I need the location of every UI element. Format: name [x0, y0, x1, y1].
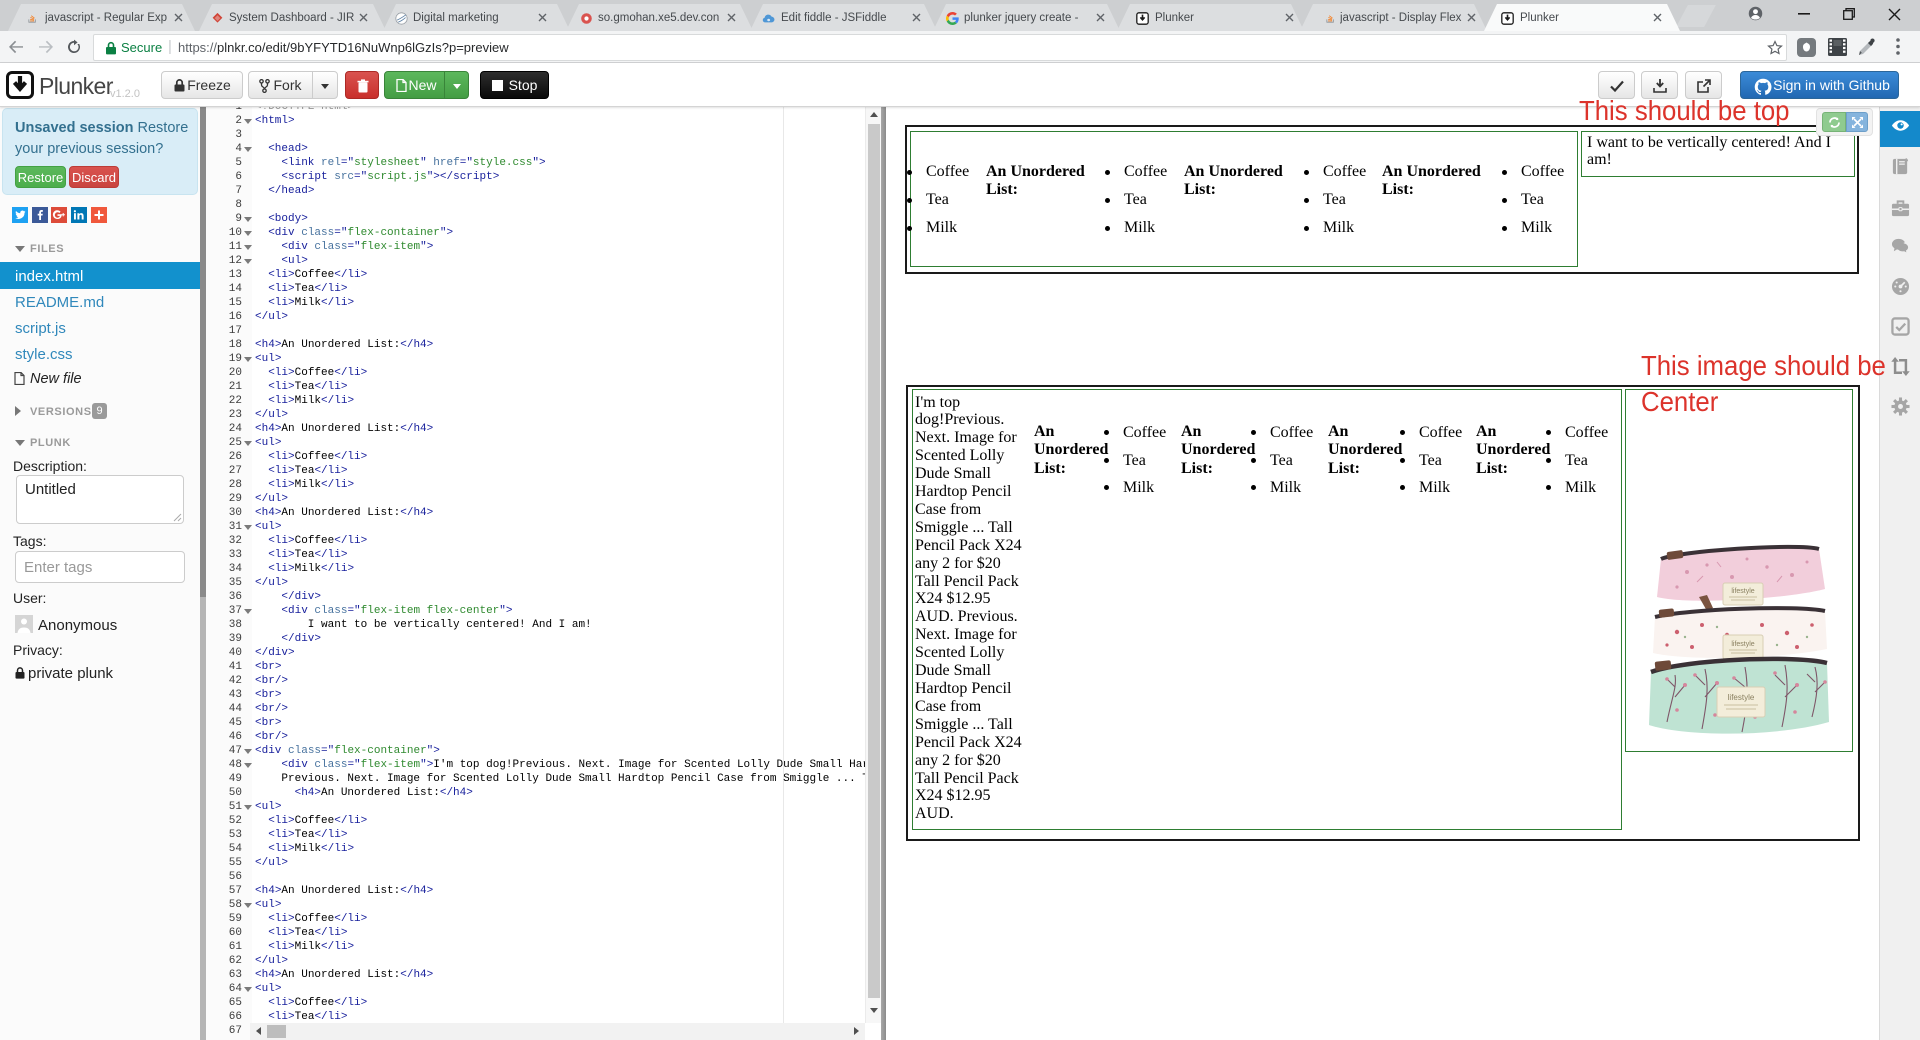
svg-text:lifestyle: lifestyle	[1731, 641, 1754, 648]
svg-text:lifestyle: lifestyle	[1731, 588, 1754, 595]
svg-text:lifestyle: lifestyle	[1728, 693, 1755, 702]
